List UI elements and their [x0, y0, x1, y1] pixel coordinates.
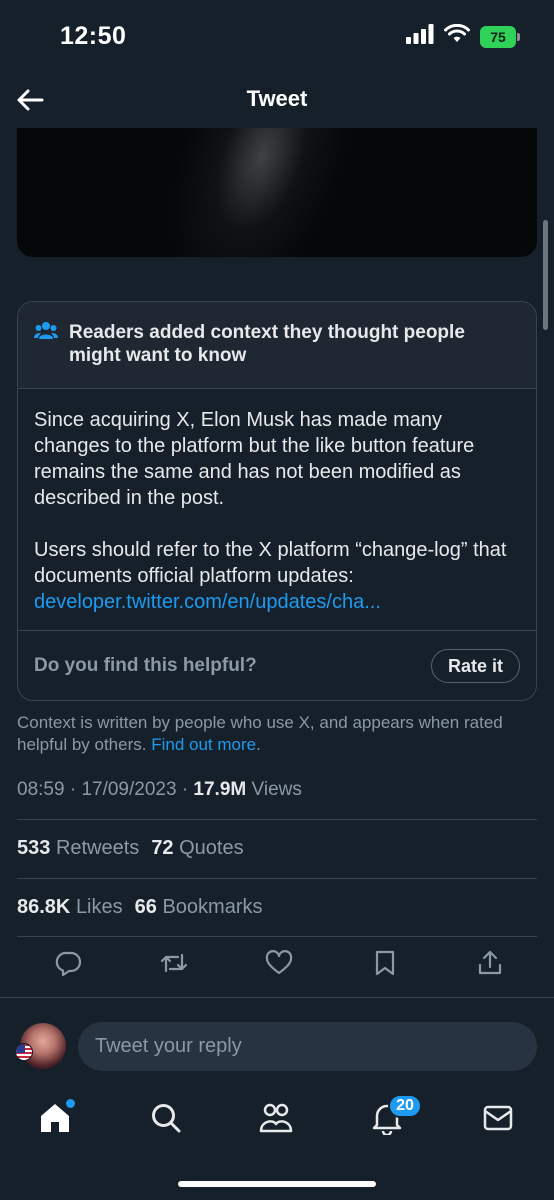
note-header: Readers added context they thought peopl… [18, 302, 536, 389]
people-icon [34, 321, 58, 346]
scrollbar[interactable] [543, 220, 548, 330]
meta-separator: · [69, 779, 77, 800]
battery-level: 75 [490, 28, 506, 45]
note-paragraph: Users should refer to the X platform “ch… [34, 537, 520, 615]
retweets-count: 533 [17, 837, 51, 859]
likes-stat[interactable]: 86.8K Likes [17, 896, 123, 918]
note-paragraph-text: Users should refer to the X platform “ch… [34, 539, 507, 587]
context-disclaimer: Context is written by people who use X, … [17, 712, 527, 756]
likes-label: Likes [75, 896, 123, 918]
tweet-actions [17, 948, 537, 988]
tweet-time: 08:59 [17, 779, 65, 800]
retweet-icon[interactable] [159, 948, 189, 978]
views-count: 17.9M [193, 779, 247, 800]
tweet-media[interactable] [17, 128, 537, 257]
helpful-question: Do you find this helpful? [34, 655, 257, 676]
divider [0, 997, 554, 998]
note-footer: Do you find this helpful? Rate it [18, 631, 536, 700]
meta-separator: · [181, 779, 189, 800]
retweets-label: Retweets [55, 837, 140, 859]
note-body: Since acquiring X, Elon Musk has made ma… [18, 389, 536, 631]
tweet-meta: 08:59 · 17/09/2023 · 17.9M Views [17, 779, 302, 801]
bookmarks-count: 66 [134, 896, 157, 918]
quotes-stat[interactable]: 72 Quotes [151, 837, 243, 859]
wifi-icon [444, 23, 470, 49]
search-icon[interactable] [148, 1100, 184, 1136]
home-unread-dot [66, 1099, 75, 1108]
bookmarks-label: Bookmarks [162, 896, 263, 918]
reply-icon[interactable] [53, 948, 83, 978]
home-icon[interactable] [37, 1099, 75, 1136]
header: Tweet [0, 72, 554, 128]
rate-it-button[interactable]: Rate it [430, 649, 520, 683]
messages-icon[interactable] [480, 1100, 516, 1136]
divider [17, 878, 537, 879]
note-paragraph: Since acquiring X, Elon Musk has made ma… [34, 409, 475, 509]
likes-count: 86.8K [17, 896, 71, 918]
bookmark-icon[interactable] [370, 948, 400, 978]
note-link[interactable]: developer.twitter.com/en/updates/cha... [34, 589, 520, 615]
find-out-more-link[interactable]: Find out more [151, 735, 256, 754]
like-icon[interactable] [264, 948, 294, 978]
disclaimer-end: . [256, 735, 261, 754]
reply-input[interactable] [78, 1022, 537, 1071]
share-icon[interactable] [475, 948, 505, 978]
quotes-count: 72 [151, 837, 174, 859]
community-note: Readers added context they thought peopl… [17, 301, 537, 701]
status-bar: 12:50 75 [0, 0, 554, 72]
home-indicator[interactable] [178, 1181, 376, 1187]
tab-bar: 20 [0, 1086, 554, 1148]
status-time: 12:50 [60, 22, 127, 50]
page-title: Tweet [246, 86, 308, 111]
divider [17, 819, 537, 820]
status-icons: 75 [406, 23, 520, 49]
note-title: Readers added context they thought peopl… [69, 322, 465, 366]
stats-row-retweets: 533 Retweets 72 Quotes [17, 837, 244, 860]
communities-icon[interactable] [258, 1100, 294, 1136]
retweets-stat[interactable]: 533 Retweets [17, 837, 139, 859]
notification-badge: 20 [388, 1094, 422, 1118]
media-image [134, 128, 360, 257]
stats-row-likes: 86.8K Likes 66 Bookmarks [17, 896, 262, 919]
views-label: Views [251, 779, 302, 800]
flag-icon [15, 1043, 33, 1061]
signal-icon [406, 24, 434, 49]
bookmarks-stat[interactable]: 66 Bookmarks [135, 896, 263, 918]
tweet-date: 17/09/2023 [81, 779, 177, 800]
quotes-label: Quotes [179, 837, 244, 859]
battery-icon: 75 [480, 25, 520, 48]
divider [17, 936, 537, 937]
